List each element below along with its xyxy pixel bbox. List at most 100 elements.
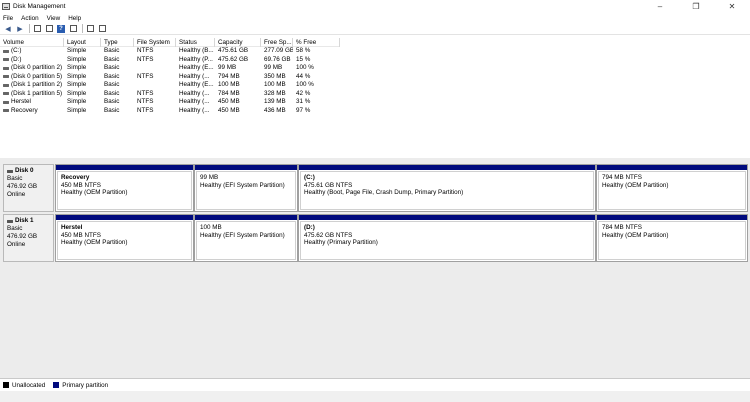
menu-bar: File Action View Help — [0, 13, 750, 23]
volume-type: Basic — [104, 98, 120, 105]
menu-action[interactable]: Action — [21, 15, 39, 22]
partition-size: 784 MB NTFS — [602, 224, 642, 231]
minimize-button[interactable]: – — [642, 0, 678, 13]
table-row[interactable]: (Disk 0 partition 5) Simple Basic NTFS H… — [0, 73, 340, 82]
column-header-file-system[interactable]: File System — [134, 38, 176, 47]
disk-info[interactable]: Disk 0 Basic 476.92 GB Online — [3, 164, 54, 212]
primary-partition-swatch — [53, 382, 60, 388]
partition-size: 450 MB NTFS — [61, 181, 101, 189]
table-row[interactable]: (Disk 1 partition 2) Simple Basic Health… — [0, 81, 340, 90]
volume-percent-free: 15 % — [296, 55, 311, 63]
legend-unallocated: Unallocated — [12, 381, 46, 389]
menu-file[interactable]: File — [3, 15, 13, 22]
volume-status: Healthy (B... — [179, 47, 214, 54]
toolbar-divider — [82, 24, 83, 33]
table-row[interactable]: Recovery Simple Basic NTFS Healthy (... … — [0, 107, 340, 116]
drive-icon — [3, 92, 9, 96]
volume-file-system — [134, 81, 176, 90]
volume-layout: Simple — [67, 47, 87, 54]
volume-capacity: 475.61 GB — [218, 47, 249, 54]
table-row[interactable]: Herstel Simple Basic NTFS Healthy (... 4… — [0, 98, 340, 107]
volume-percent-free: 42 % — [296, 89, 311, 97]
volume-percent-free: 97 % — [296, 106, 311, 114]
volume-free-space: 69.76 GB — [264, 55, 291, 63]
partition-block[interactable]: Recovery 450 MB NTFS Healthy (OEM Partit… — [55, 164, 194, 212]
status-bar — [0, 391, 750, 402]
volume-status: Healthy (... — [179, 72, 210, 80]
partition-block[interactable]: 794 MB NTFS Healthy (OEM Partition) — [596, 164, 748, 212]
window-title: Disk Management — [13, 3, 66, 10]
volume-name: (D:) — [11, 55, 22, 63]
partition-block[interactable]: 99 MB Healthy (EFI System Partition) — [194, 164, 298, 212]
column-header-percent-free[interactable]: % Free — [293, 38, 340, 47]
volume-file-system: NTFS — [137, 47, 154, 54]
volume-free-space: 350 MB — [264, 72, 286, 80]
volume-capacity: 450 MB — [218, 106, 240, 114]
column-header-layout[interactable]: Layout — [64, 38, 101, 47]
volume-capacity: 99 MB — [218, 64, 237, 71]
legend-primary-partition: Primary partition — [62, 381, 109, 389]
volume-name: (Disk 0 partition 5) — [11, 72, 63, 80]
disk-type: Basic — [7, 175, 23, 182]
refresh-icon[interactable] — [97, 24, 107, 34]
primary-partition-bar — [299, 215, 595, 220]
volume-percent-free: 100 % — [296, 81, 314, 88]
volume-free-space: 139 MB — [264, 98, 286, 105]
back-arrow-icon[interactable]: ◀ — [3, 24, 13, 34]
primary-partition-bar — [597, 215, 747, 220]
close-button[interactable]: ✕ — [714, 0, 750, 13]
partition-block[interactable]: 784 MB NTFS Healthy (OEM Partition) — [596, 214, 748, 262]
column-header-type[interactable]: Type — [101, 38, 134, 47]
properties-icon[interactable] — [44, 24, 54, 34]
table-row[interactable]: (Disk 0 partition 2) Simple Basic Health… — [0, 64, 340, 73]
action-pane-icon[interactable] — [68, 24, 78, 34]
disk-name: Disk 1 — [15, 217, 34, 224]
volume-capacity: 450 MB — [218, 98, 240, 105]
volume-status: Healthy (... — [179, 98, 210, 105]
partition-block[interactable]: 100 MB Healthy (EFI System Partition) — [194, 214, 298, 262]
disk-size: 476.92 GB — [7, 233, 38, 240]
column-header-free-space[interactable]: Free Sp... — [261, 38, 293, 47]
partition-status: Healthy (Primary Partition) — [304, 239, 378, 246]
partition-block[interactable]: (D:) 475.62 GB NTFS Healthy (Primary Par… — [298, 214, 596, 262]
volume-type: Basic — [104, 81, 120, 88]
drive-icon — [3, 75, 9, 79]
forward-arrow-icon[interactable]: ▶ — [15, 24, 25, 34]
menu-view[interactable]: View — [47, 15, 61, 22]
volume-name: Herstel — [11, 98, 31, 105]
column-header-volume[interactable]: Volume — [0, 38, 64, 47]
volume-percent-free: 58 % — [296, 47, 311, 54]
table-row[interactable]: (D:) Simple Basic NTFS Healthy (P... 475… — [0, 56, 340, 65]
partition-size: 794 MB NTFS — [602, 174, 642, 181]
volume-name: (Disk 1 partition 5) — [11, 89, 63, 97]
toolbar-divider — [29, 24, 30, 33]
table-row[interactable]: (Disk 1 partition 5) Simple Basic NTFS H… — [0, 90, 340, 99]
disk-type: Basic — [7, 225, 23, 232]
volume-file-system: NTFS — [137, 106, 154, 114]
disk-info[interactable]: Disk 1 Basic 476.92 GB Online — [3, 214, 54, 262]
partition-status: Healthy (Boot, Page File, Crash Dump, Pr… — [304, 189, 464, 196]
menu-help[interactable]: Help — [68, 15, 81, 22]
table-row[interactable]: (C:) Simple Basic NTFS Healthy (B... 475… — [0, 47, 340, 56]
partition-block[interactable]: Herstel 450 MB NTFS Healthy (OEM Partiti… — [55, 214, 194, 262]
volume-free-space: 100 MB — [264, 81, 286, 88]
partition-status: Healthy (OEM Partition) — [61, 239, 128, 246]
volume-type: Basic — [104, 47, 120, 54]
disk-map-panel: Disk 0 Basic 476.92 GB Online Recovery 4… — [0, 160, 750, 378]
volume-type: Basic — [104, 72, 120, 80]
column-header-capacity[interactable]: Capacity — [215, 38, 261, 47]
volume-file-system: NTFS — [137, 89, 154, 97]
volume-capacity: 794 MB — [218, 72, 240, 80]
partition-block[interactable]: (C:) 475.61 GB NTFS Healthy (Boot, Page … — [298, 164, 596, 212]
rescan-icon[interactable] — [85, 24, 95, 34]
column-header-status[interactable]: Status — [176, 38, 215, 47]
volume-status: Healthy (P... — [179, 55, 213, 63]
primary-partition-bar — [56, 165, 193, 170]
partition-name: Herstel — [61, 224, 83, 231]
maximize-button[interactable]: ❐ — [678, 0, 714, 13]
console-tree-icon[interactable] — [32, 24, 42, 34]
help-icon[interactable]: ? — [56, 24, 66, 34]
partition-size: 100 MB — [200, 224, 222, 231]
volume-name: (C:) — [11, 47, 22, 54]
drive-icon — [3, 109, 9, 113]
